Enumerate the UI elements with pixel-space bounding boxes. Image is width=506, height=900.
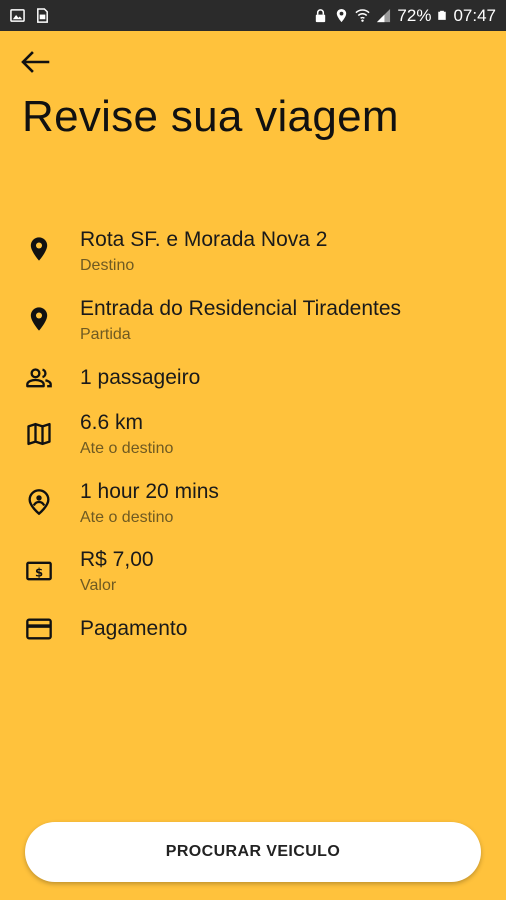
- distance-text: 6.6 km: [80, 411, 144, 434]
- price-text: R$ 7,00: [80, 548, 154, 571]
- passengers-text: 1 passageiro: [80, 366, 201, 389]
- battery-icon: [438, 10, 447, 20]
- list-item-destination: Rota SF. e Morada Nova 2 Destino: [0, 225, 506, 285]
- lock-icon: [316, 9, 326, 23]
- search-vehicle-button[interactable]: PROCURAR VEICULO: [25, 822, 481, 882]
- list-item-distance: 6.6 km Ate o destino: [0, 408, 506, 468]
- clock: 07:47: [453, 5, 496, 25]
- location-pin-icon: [30, 237, 48, 261]
- money-icon: $: [26, 561, 52, 581]
- back-button[interactable]: [20, 47, 52, 77]
- arrow-left-icon: [21, 51, 50, 73]
- list-item-payment[interactable]: Pagamento: [0, 614, 506, 674]
- status-bar: 72% 07:47: [0, 0, 506, 31]
- destination-label: Destino: [80, 257, 135, 274]
- duration-text: 1 hour 20 mins: [80, 480, 219, 503]
- location-pin-icon: [30, 307, 48, 331]
- signal-icon: [377, 8, 391, 23]
- list-item-price: $ R$ 7,00 Valor: [0, 545, 506, 605]
- person-pin-icon: [28, 489, 50, 516]
- origin-text: Entrada do Residencial Tiradentes: [80, 297, 402, 320]
- duration-label: Ate o destino: [80, 509, 174, 526]
- wifi-icon: [355, 9, 371, 22]
- location-status-icon: [337, 8, 347, 23]
- svg-text:$: $: [35, 565, 43, 579]
- battery-percent: 72%: [397, 5, 432, 25]
- destination-text: Rota SF. e Morada Nova 2: [80, 228, 328, 251]
- payment-text: Pagamento: [80, 617, 188, 640]
- sim-notification-icon: [37, 8, 48, 23]
- origin-label: Partida: [80, 326, 131, 343]
- gallery-notification-icon: [10, 9, 25, 22]
- list-item-duration: 1 hour 20 mins Ate o destino: [0, 477, 506, 537]
- price-label: Valor: [80, 577, 117, 594]
- page-title: Revise sua viagem: [22, 92, 399, 141]
- people-icon: [26, 368, 52, 388]
- distance-label: Ate o destino: [80, 440, 174, 457]
- list-item-origin: Entrada do Residencial Tiradentes Partid…: [0, 294, 506, 354]
- map-icon: [27, 422, 51, 446]
- credit-card-icon: [26, 618, 52, 640]
